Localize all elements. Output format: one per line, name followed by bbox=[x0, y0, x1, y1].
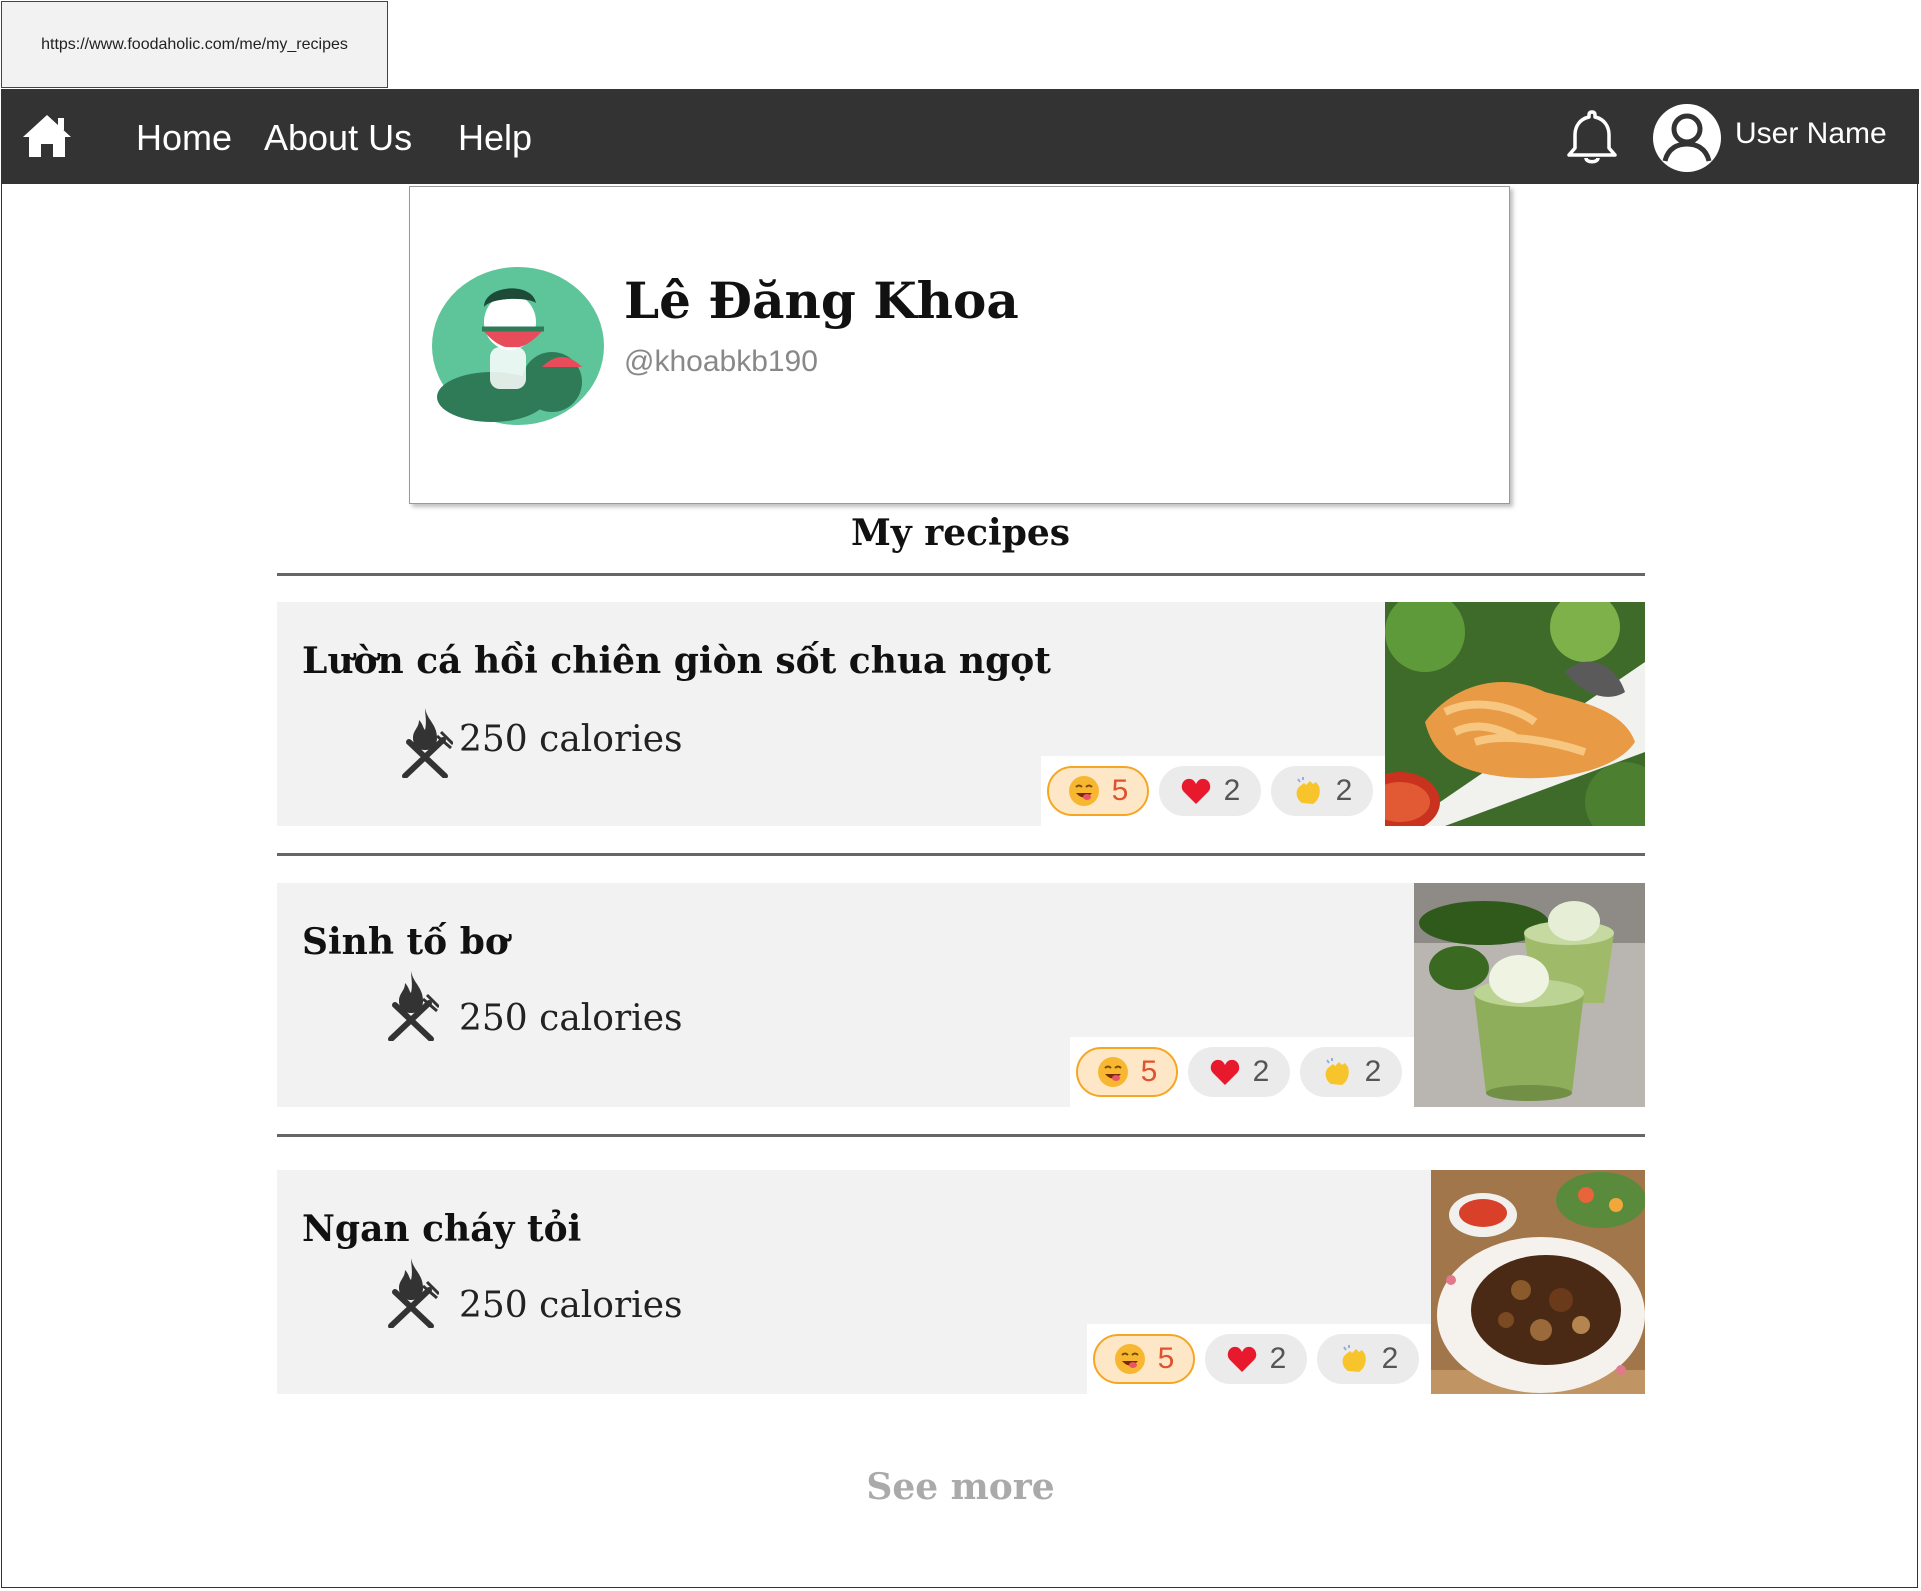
reaction-clap-count: 2 bbox=[1381, 1342, 1399, 1375]
reaction-clap-button[interactable]: 2 bbox=[1271, 766, 1373, 816]
recipe-card[interactable]: Sinh tố bơ 250 calories 5 2 2 bbox=[277, 883, 1645, 1107]
heart-icon bbox=[1227, 1346, 1256, 1372]
see-more-button[interactable]: See more bbox=[0, 1466, 1921, 1508]
profile-card: Lê Đăng Khoa @khoabkb190 bbox=[409, 186, 1510, 504]
url-bar[interactable]: https://www.foodaholic.com/me/my_recipes bbox=[1, 1, 388, 88]
yum-emoji-icon bbox=[1068, 776, 1099, 806]
calorie-fire-fork-knife-icon bbox=[388, 971, 439, 1041]
clap-icon bbox=[1342, 1345, 1366, 1372]
bell-icon[interactable] bbox=[1564, 108, 1620, 168]
reaction-clap-button[interactable]: 2 bbox=[1300, 1047, 1402, 1097]
reaction-clap-button[interactable]: 2 bbox=[1317, 1334, 1419, 1384]
reaction-love-count: 2 bbox=[1269, 1342, 1287, 1375]
recipe-photo bbox=[1431, 1170, 1645, 1394]
reaction-yum-button[interactable]: 5 bbox=[1076, 1047, 1178, 1097]
reaction-clap-count: 2 bbox=[1364, 1055, 1382, 1088]
nav-link-help[interactable]: Help bbox=[458, 117, 532, 159]
calories-text: 250 calories bbox=[459, 719, 683, 760]
heart-icon bbox=[1210, 1059, 1239, 1085]
section-title: My recipes bbox=[850, 512, 1071, 554]
reaction-love-count: 2 bbox=[1223, 774, 1241, 807]
recipe-title[interactable]: Ngan cháy tỏi bbox=[302, 1208, 581, 1250]
reaction-yum-count: 5 bbox=[1111, 774, 1129, 807]
reaction-yum-count: 5 bbox=[1140, 1055, 1158, 1088]
navbar: Home About Us Help User Name bbox=[1, 89, 1919, 184]
clap-icon bbox=[1325, 1058, 1349, 1085]
reaction-clap-count: 2 bbox=[1335, 774, 1353, 807]
heart-icon bbox=[1181, 778, 1210, 804]
profile-handle: @khoabkb190 bbox=[624, 345, 818, 378]
recipe-title[interactable]: Sinh tố bơ bbox=[302, 921, 509, 963]
reaction-love-button[interactable]: 2 bbox=[1188, 1047, 1290, 1097]
divider bbox=[277, 853, 1645, 856]
recipe-photo bbox=[1414, 883, 1645, 1107]
calories-text: 250 calories bbox=[459, 1285, 683, 1326]
reaction-love-count: 2 bbox=[1252, 1055, 1270, 1088]
user-circle-icon[interactable] bbox=[1652, 103, 1722, 173]
reaction-love-button[interactable]: 2 bbox=[1205, 1334, 1307, 1384]
reaction-yum-button[interactable]: 5 bbox=[1047, 766, 1149, 816]
profile-avatar[interactable] bbox=[432, 267, 604, 425]
recipe-photo bbox=[1385, 602, 1645, 826]
calories-text: 250 calories bbox=[459, 998, 683, 1039]
reaction-yum-button[interactable]: 5 bbox=[1093, 1334, 1195, 1384]
recipe-title[interactable]: Lườn cá hồi chiên giòn sốt chua ngọt bbox=[302, 640, 1051, 682]
nav-link-about-us[interactable]: About Us bbox=[264, 117, 412, 159]
clap-icon bbox=[1296, 777, 1320, 804]
profile-name: Lê Đăng Khoa bbox=[624, 271, 1019, 330]
reaction-yum-count: 5 bbox=[1157, 1342, 1175, 1375]
nav-username[interactable]: User Name bbox=[1735, 117, 1887, 151]
divider bbox=[277, 1134, 1645, 1137]
reaction-love-button[interactable]: 2 bbox=[1159, 766, 1261, 816]
nav-link-home[interactable]: Home bbox=[136, 117, 232, 159]
calorie-fire-fork-knife-icon bbox=[388, 1258, 439, 1328]
calorie-fire-fork-knife-icon bbox=[402, 708, 453, 778]
home-icon[interactable] bbox=[21, 113, 73, 159]
yum-emoji-icon bbox=[1097, 1057, 1128, 1087]
divider bbox=[277, 573, 1645, 576]
yum-emoji-icon bbox=[1114, 1344, 1145, 1374]
recipe-card[interactable]: Ngan cháy tỏi 250 calories 5 2 2 bbox=[277, 1170, 1645, 1394]
recipe-card[interactable]: Lườn cá hồi chiên giòn sốt chua ngọt 250… bbox=[277, 602, 1645, 826]
